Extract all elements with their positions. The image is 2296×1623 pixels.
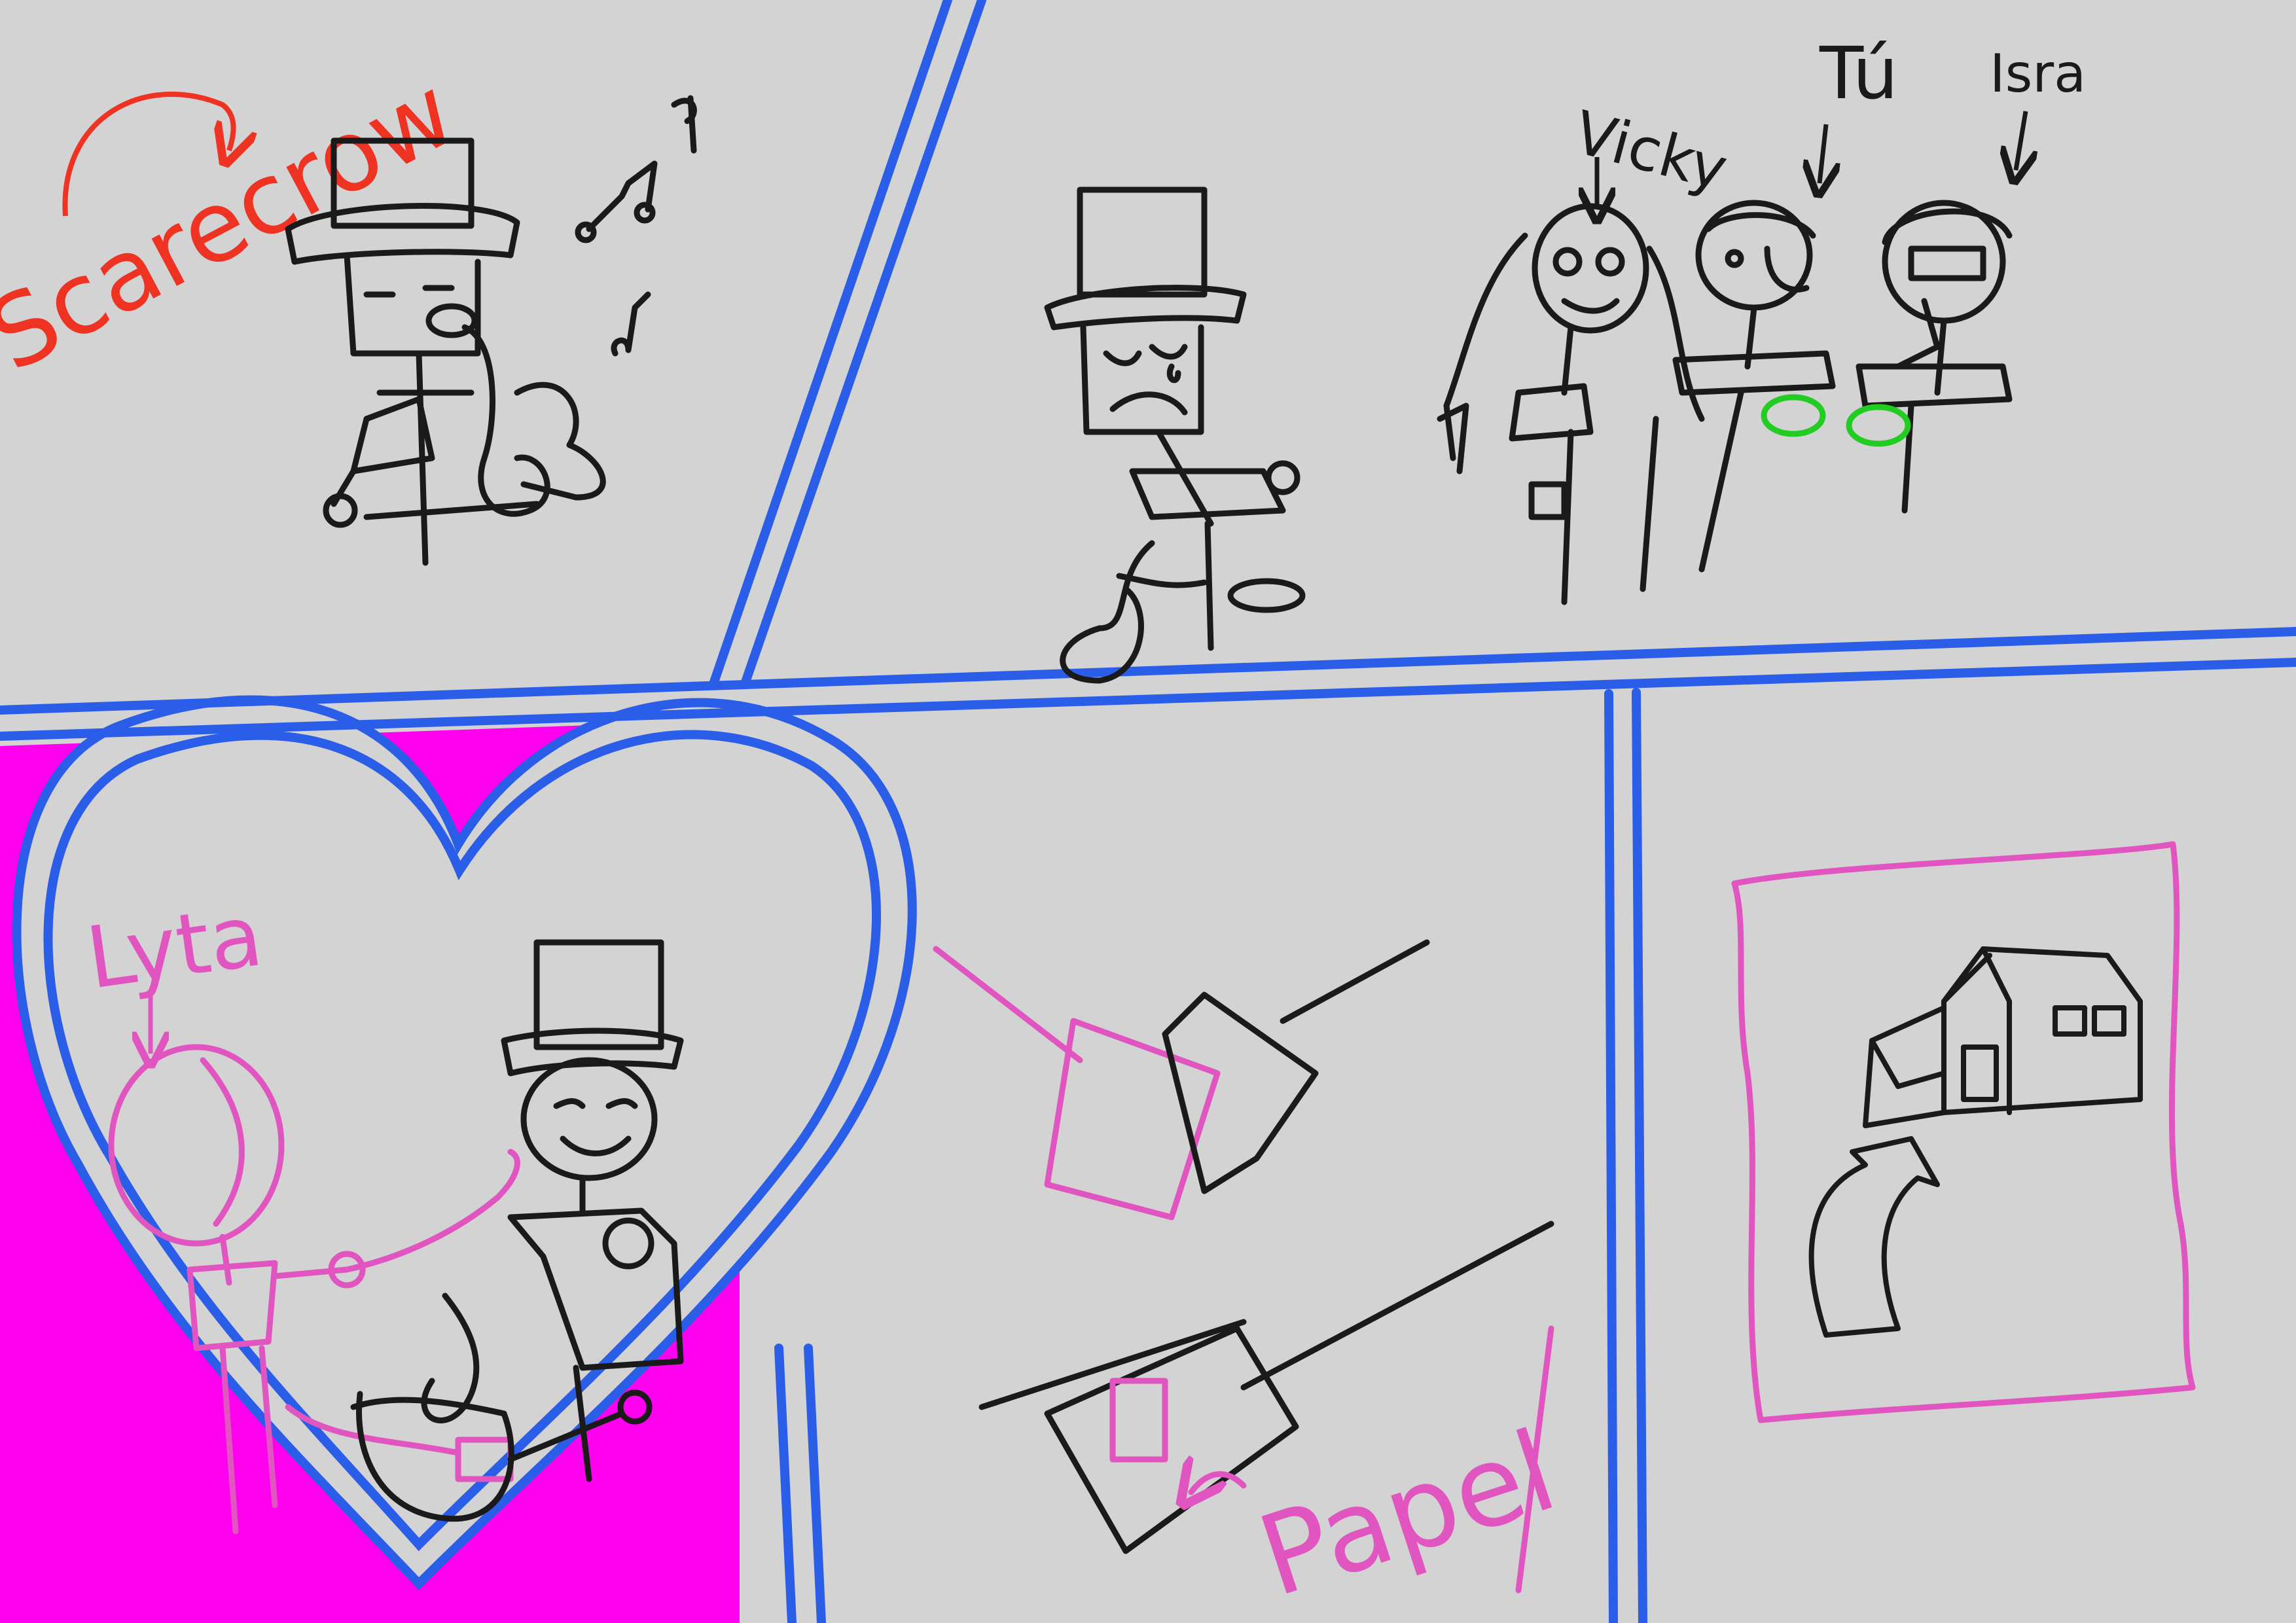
comic-page: Scarecrow Vicky Tú Isra Lyta Papel: [0, 0, 2296, 1623]
label-tu: Tú: [1819, 31, 1898, 115]
label-isra: Isra: [1990, 43, 2086, 104]
